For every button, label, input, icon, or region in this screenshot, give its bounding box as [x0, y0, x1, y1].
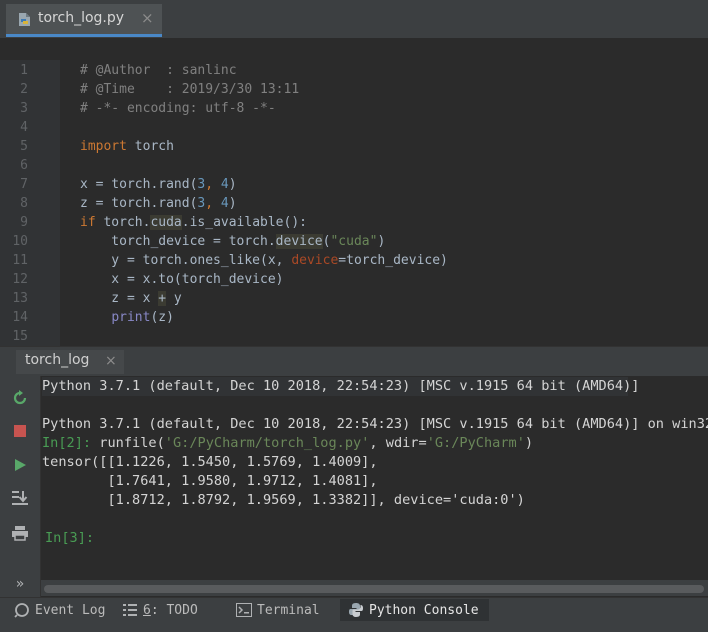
line-number: 10	[12, 234, 28, 249]
code-text: =torch_device)	[338, 253, 448, 268]
line-number: 15	[12, 329, 28, 344]
code-text: y	[166, 291, 182, 306]
tab-event-log[interactable]: Event Log	[14, 599, 105, 621]
line-number: 13	[12, 291, 28, 306]
console-input-line: In[2]: runfile('G:/PyCharm/torch_log.py'…	[42, 434, 533, 453]
console-prompt-in3[interactable]: In[3]:	[45, 529, 94, 548]
tab-python-console[interactable]: Python Console	[340, 599, 489, 621]
line-number: 12	[12, 272, 28, 287]
number-literal: 4	[220, 177, 229, 192]
console-prompt: In[2]:	[42, 435, 92, 451]
code-line-5: import torch	[80, 137, 174, 156]
code-text: )	[377, 234, 386, 249]
editor-tab-torch-log-py[interactable]: torch_log.py ×	[6, 4, 162, 37]
highlighted-token: +	[158, 291, 167, 306]
code-text: torch	[126, 139, 174, 154]
todo-label-rest: : TODO	[150, 602, 198, 618]
console-output-line: [1.8712, 1.8792, 1.9569, 1.3382]], devic…	[42, 492, 525, 508]
code-line-2: # @Time : 2019/3/30 13:11	[80, 82, 300, 97]
line-number: 9	[20, 215, 28, 230]
console-tab-torch-log[interactable]: torch_log ×	[16, 350, 124, 374]
code-text: z = torch.rand(	[80, 196, 198, 211]
console-tab-label: torch_log	[25, 352, 90, 368]
comma: ,	[205, 196, 221, 211]
highlighted-token: cuda	[150, 215, 182, 230]
line-number: 8	[20, 196, 28, 211]
console-text: )	[524, 435, 534, 451]
code-line-14: print(z)	[80, 308, 174, 327]
line-number: 5	[20, 139, 28, 154]
builtin-print: print	[111, 310, 151, 325]
editor-tab-close-icon[interactable]: ×	[141, 9, 154, 27]
code-text: z = x	[80, 291, 159, 306]
code-line-13: z = x + y	[80, 289, 182, 308]
console-tab-close-icon[interactable]: ×	[105, 353, 117, 369]
code-text: (z)	[150, 310, 174, 325]
code-text: .is_available():	[181, 215, 307, 230]
line-number: 4	[20, 120, 28, 135]
editor-tab-label: torch_log.py	[38, 10, 125, 26]
line-number: 6	[20, 158, 28, 173]
code-line-12: x = x.to(torch_device)	[80, 272, 284, 287]
console-text: runfile(	[91, 435, 165, 451]
console-string: 'G:/PyCharm/torch_log.py'	[164, 435, 370, 451]
python-icon	[348, 602, 364, 618]
code-line-1: # @Author : sanlinc	[80, 63, 237, 78]
number-literal: 4	[220, 196, 229, 211]
tab-label: Python Console	[369, 602, 479, 618]
scroll-to-end-icon[interactable]	[8, 486, 32, 510]
terminal-icon	[236, 603, 252, 617]
keyword-if: if	[80, 215, 96, 230]
code-text: x = torch.rand(	[80, 177, 198, 192]
line-number: 11	[12, 253, 28, 268]
console-toolbar: »	[0, 376, 41, 600]
code-text: torch.	[95, 215, 151, 230]
print-icon[interactable]	[8, 521, 32, 545]
code-line-8: z = torch.rand(3, 4)	[80, 194, 237, 213]
line-number: 3	[20, 101, 28, 116]
keyword-import: import	[80, 139, 127, 154]
console-string: 'G:/PyCharm'	[426, 435, 525, 451]
console-text: , wdir=	[369, 435, 427, 451]
tab-terminal[interactable]: Terminal	[236, 599, 320, 621]
line-number: 2	[20, 82, 28, 97]
code-line-11: y = torch.ones_like(x, device=torch_devi…	[80, 251, 448, 270]
todo-icon	[122, 603, 138, 617]
code-text: y = torch.ones_like(x,	[80, 253, 292, 268]
console-banner-line: Python 3.7.1 (default, Dec 10 2018, 22:5…	[42, 377, 640, 396]
status-bar	[0, 622, 708, 632]
event-log-icon	[14, 602, 30, 618]
tab-label: 6: TODO	[143, 603, 198, 618]
rerun-icon[interactable]	[8, 386, 32, 410]
code-line-9: if torch.cuda.is_available():	[80, 213, 307, 232]
python-file-icon	[18, 12, 32, 27]
tab-todo[interactable]: 6: TODO	[122, 599, 198, 621]
console-output-line: tensor([[1.1226, 1.5450, 1.5769, 1.4009]…	[42, 454, 378, 470]
highlighted-token: device	[275, 234, 323, 249]
tab-label: Terminal	[257, 602, 320, 618]
console-version-line: Python 3.7.1 (default, Dec 10 2018, 22:5…	[42, 416, 708, 432]
console-output-line: [1.7641, 1.9580, 1.9712, 1.4081],	[42, 473, 378, 489]
more-icon[interactable]: »	[8, 572, 32, 596]
scrollbar-thumb[interactable]	[44, 585, 704, 593]
line-number: 7	[20, 177, 28, 192]
todo-mnemonic: 6	[143, 602, 151, 618]
code-line-10: torch_device = torch.device("cuda")	[80, 232, 385, 251]
string-literal: "cuda"	[330, 234, 378, 249]
line-number: 14	[12, 310, 28, 325]
comma: ,	[205, 177, 221, 192]
run-icon[interactable]	[8, 453, 32, 477]
code-text: )	[228, 196, 237, 211]
editor-gutter: 1 2 3 4 5 6 7 8 9 10 11 12 13 14 15	[0, 60, 60, 346]
breadcrumb-band	[0, 38, 708, 61]
line-number: 1	[20, 63, 28, 78]
code-line-7: x = torch.rand(3, 4)	[80, 175, 237, 194]
stop-icon[interactable]	[8, 419, 32, 443]
code-line-3: # -*- encoding: utf-8 -*-	[80, 101, 276, 116]
keyword-argument: device	[291, 253, 339, 268]
code-text: )	[228, 177, 237, 192]
tab-label: Event Log	[35, 602, 106, 618]
code-text: torch_device = torch.	[80, 234, 276, 249]
